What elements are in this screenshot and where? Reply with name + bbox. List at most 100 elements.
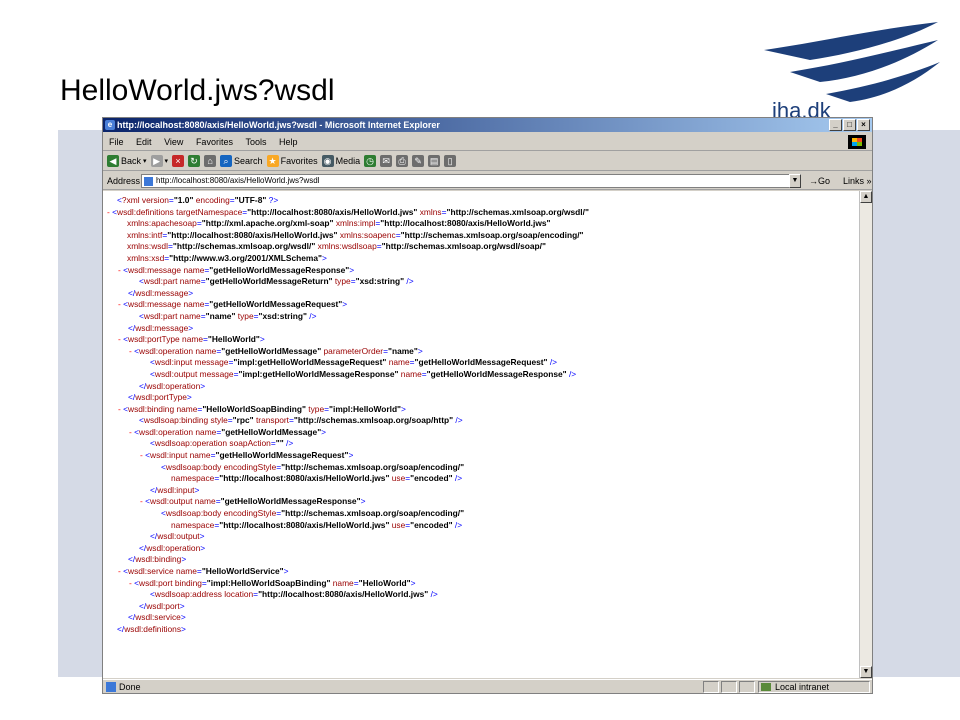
menu-edit[interactable]: Edit [136,137,152,147]
page-icon [144,177,153,186]
collapse-toggle[interactable]: - [118,566,123,576]
xml-line: </wsdl:definitions> [117,623,186,634]
collapse-toggle[interactable]: - [140,496,145,506]
back-label: Back [121,155,142,166]
collapse-toggle[interactable]: - [140,450,145,460]
status-cell [739,681,755,693]
menu-view[interactable]: View [164,137,183,147]
xml-line: xmlns:wsdl="http://schemas.xmlsoap.org/w… [127,241,546,252]
security-zone: Local intranet [758,681,870,693]
xml-line: </wsdl:output> [150,531,205,542]
xml-line: <wsdlsoap:body encodingStyle="http://sch… [161,508,465,519]
search-label: Search [234,155,263,166]
xml-line: </wsdl:binding> [128,554,187,565]
xml-line: - <wsdl:input name="getHelloWorldMessage… [140,450,354,461]
xml-line: <wsdl:part name="getHelloWorldMessageRet… [139,276,414,287]
xml-line: <wsdlsoap:body encodingStyle="http://sch… [161,461,465,472]
xml-line: - <wsdl:output name="getHelloWorldMessag… [140,496,366,507]
media-button[interactable]: ◉ Media [321,152,361,171]
menu-file[interactable]: File [109,137,124,147]
window-controls: _ □ × [829,119,870,131]
forward-button[interactable]: ▶ ▾ [150,152,169,171]
xml-line: <wsdlsoap:address location="http://local… [150,589,438,600]
collapse-toggle[interactable]: - [129,578,134,588]
window-titlebar: e http://localhost:8080/axis/HelloWorld.… [103,118,872,132]
status-text: Done [119,682,141,692]
xml-line: namespace="http://localhost:8080/axis/He… [171,473,463,484]
back-dropdown-icon[interactable]: ▾ [143,152,147,171]
forward-dropdown-icon[interactable]: ▾ [165,152,169,171]
collapse-toggle[interactable]: - [129,427,134,437]
close-button[interactable]: × [857,119,870,131]
history-icon[interactable]: ◷ [364,155,377,167]
search-icon: ⌕ [220,155,233,167]
minimize-button[interactable]: _ [829,119,842,131]
menu-bar: File Edit View Favorites Tools Help [103,133,872,151]
menu-favorites[interactable]: Favorites [196,137,233,147]
collapse-toggle[interactable]: - [118,265,123,275]
maximize-button[interactable]: □ [843,119,856,131]
scroll-up-icon[interactable]: ▲ [860,191,872,203]
xml-line: </wsdl:message> [128,322,194,333]
go-label: Go [818,176,831,186]
windows-flag-icon [848,135,866,149]
back-arrow-icon: ◀ [107,155,119,167]
page-done-icon [106,682,116,692]
xml-line: <wsdl:input message="impl:getHelloWorldM… [150,357,558,368]
address-url: http://localhost:8080/axis/HelloWorld.jw… [156,176,320,185]
xml-line: xmlns:intf="http://localhost:8080/axis/H… [127,229,584,240]
menu-tools[interactable]: Tools [245,137,266,147]
menu-help[interactable]: Help [279,137,298,147]
messenger-icon[interactable]: ▯ [444,155,457,167]
media-label: Media [335,155,361,166]
links-button[interactable]: Links » [843,172,872,190]
back-button[interactable]: ◀ Back ▾ [107,152,147,171]
toolbar: ◀ Back ▾ ▶ ▾ × ↻ ⌂ ⌕ Search ★ Favorites … [103,152,872,171]
go-button[interactable]: →Go [809,172,830,190]
collapse-toggle[interactable]: - [129,346,134,356]
collapse-toggle[interactable]: - [107,207,112,217]
xml-line: <wsdlsoap:operation soapAction="" /> [150,438,294,449]
zone-label: Local intranet [775,682,830,692]
xml-line: </wsdl:portType> [128,392,192,403]
mail-icon[interactable]: ✉ [380,155,393,167]
media-icon: ◉ [321,155,334,167]
favorites-label: Favorites [280,155,318,166]
xml-line: </wsdl:input> [150,484,200,495]
xml-line: </wsdl:port> [139,600,185,611]
collapse-toggle[interactable]: - [118,404,123,414]
xml-line: </wsdl:operation> [139,542,206,553]
xml-line: - <wsdl:message name="getHelloWorldMessa… [118,299,348,310]
favorites-button[interactable]: ★ Favorites [266,152,318,171]
xml-line: - <wsdl:operation name="getHelloWorldMes… [129,345,423,356]
xml-line: - <wsdl:binding name="HelloWorldSoapBind… [118,403,406,414]
window-title: http://localhost:8080/axis/HelloWorld.jw… [117,120,440,130]
status-cells [703,681,755,693]
discuss-icon[interactable]: ▤ [428,155,441,167]
print-icon[interactable]: ⎙ [396,155,409,167]
address-dropdown-icon[interactable]: ▼ [789,174,801,188]
address-input[interactable]: http://localhost:8080/axis/HelloWorld.jw… [141,174,801,188]
vertical-scrollbar[interactable]: ▲ ▼ [859,191,872,678]
xml-line: <?xml version="1.0" encoding="UTF-8" ?> [117,195,279,205]
refresh-icon[interactable]: ↻ [188,155,201,167]
collapse-toggle[interactable]: - [118,334,123,344]
xml-line: </wsdl:service> [128,612,186,623]
browser-window: e http://localhost:8080/axis/HelloWorld.… [102,117,873,694]
xml-line: - <wsdl:definitions targetNamespace="htt… [107,206,589,217]
scroll-down-icon[interactable]: ▼ [860,666,872,678]
ie-icon: e [105,120,115,130]
stop-icon[interactable]: × [172,155,185,167]
search-button[interactable]: ⌕ Search [220,152,263,171]
address-bar: Address http://localhost:8080/axis/Hello… [103,172,872,190]
forward-arrow-icon: ▶ [150,155,163,167]
home-icon[interactable]: ⌂ [204,155,217,167]
intranet-icon [761,683,771,691]
edit-icon[interactable]: ✎ [412,155,425,167]
xml-document-view: <?xml version="1.0" encoding="UTF-8" ?> -… [103,191,859,678]
status-cell [703,681,719,693]
address-label: Address [107,176,141,186]
xml-line: namespace="http://localhost:8080/axis/He… [171,519,463,530]
xml-line: </wsdl:operation> [139,380,206,391]
collapse-toggle[interactable]: - [118,299,123,309]
